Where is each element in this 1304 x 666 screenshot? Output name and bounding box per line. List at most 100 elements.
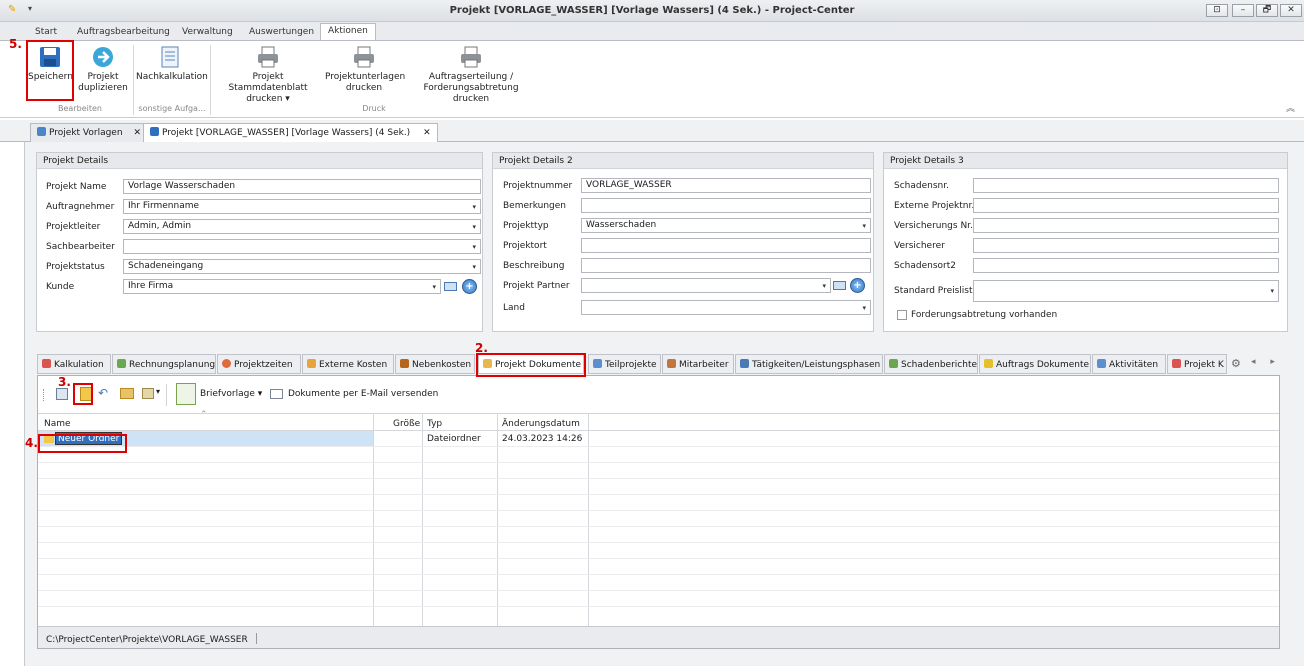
- panel-projekt-details-3: Projekt Details 3 Schadensnr. Externe Pr…: [883, 152, 1288, 332]
- letter-template-icon[interactable]: [176, 383, 196, 405]
- projektleiter-select[interactable]: Admin, Admin ▾: [123, 219, 481, 234]
- column-header-size[interactable]: Größe: [393, 419, 420, 429]
- sachbearbeiter-select[interactable]: ▾: [123, 239, 481, 254]
- document-options-icon[interactable]: [142, 388, 154, 399]
- tab-rechnungsplanung[interactable]: Rechnungsplanung: [112, 354, 216, 374]
- bemerkungen-input[interactable]: [581, 198, 871, 213]
- projektunterlagen-print-button[interactable]: Projektunterlagen drucken: [325, 45, 406, 94]
- projektnummer-input[interactable]: VORLAGE_WASSER: [581, 178, 871, 193]
- close-icon[interactable]: ✕: [133, 128, 141, 138]
- tab-aktivitaeten[interactable]: Aktivitäten: [1092, 354, 1166, 374]
- close-button[interactable]: ✕: [1280, 4, 1302, 17]
- close-icon[interactable]: ✕: [423, 128, 431, 138]
- field-label: Projektnummer: [503, 181, 573, 191]
- forderungsabtretung-checkbox[interactable]: [897, 310, 907, 320]
- tab-mitarbeiter[interactable]: Mitarbeiter: [662, 354, 734, 374]
- tab-projektzeiten[interactable]: Projektzeiten: [217, 354, 301, 374]
- duplicate-icon: [93, 47, 113, 67]
- card-icon[interactable]: [833, 281, 846, 290]
- duplicate-label-2: duplizieren: [78, 83, 128, 93]
- row-line: [38, 510, 1279, 511]
- auftragnehmer-select[interactable]: Ihr Firmenname ▾: [123, 199, 481, 214]
- column-header-type[interactable]: Typ: [427, 419, 442, 429]
- gear-icon[interactable]: ⚙: [1231, 357, 1241, 370]
- tab-externe-kosten[interactable]: Externe Kosten: [302, 354, 394, 374]
- projekt-partner-select[interactable]: ▾: [581, 278, 831, 293]
- nachkalkulation-button[interactable]: Nachkalkulation: [136, 45, 208, 83]
- stammdatenblatt-print-button[interactable]: Projekt Stammdatenblatt drucken ▾: [214, 45, 322, 105]
- column-header-name[interactable]: Name: [44, 419, 71, 429]
- table-row[interactable]: Neuer Ordner Dateiordner 24.03.2023 14:2…: [38, 431, 1279, 446]
- projekt-name-input[interactable]: Vorlage Wasserschaden: [123, 179, 481, 194]
- field-label: Sachbearbeiter: [46, 242, 115, 252]
- land-select[interactable]: ▾: [581, 300, 871, 315]
- projektort-input[interactable]: [581, 238, 871, 253]
- schadensort2-input[interactable]: [973, 258, 1279, 273]
- list-icon: [593, 359, 602, 368]
- tab-taetigkeiten[interactable]: Tätigkeiten/Leistungsphasen: [735, 354, 883, 374]
- printer-icon: [258, 46, 278, 68]
- chevron-down-icon: ▾: [1270, 287, 1274, 295]
- briefvorlage-button[interactable]: Briefvorlage ▾: [200, 389, 262, 399]
- ribbon-tab-start[interactable]: Start: [28, 25, 64, 40]
- panel-title: Projekt Details 3: [884, 153, 1287, 169]
- undo-icon[interactable]: ↶: [98, 386, 108, 400]
- tab-nebenkosten[interactable]: Nebenkosten: [395, 354, 475, 374]
- restore-icon[interactable]: ⊡: [1206, 4, 1228, 17]
- wallet-icon: [400, 359, 409, 368]
- standard-preisliste-select[interactable]: ▾: [973, 280, 1279, 302]
- maximize-button[interactable]: 🗗: [1256, 4, 1278, 17]
- beschreibung-input[interactable]: [581, 258, 871, 273]
- main-content: Projekt Details Projekt Name Auftragnehm…: [24, 142, 1304, 666]
- add-kunde-button[interactable]: +: [462, 279, 477, 294]
- doc-tab-projekt-vorlagen[interactable]: Projekt Vorlagen ✕: [30, 123, 148, 142]
- schadensnr-input[interactable]: [973, 178, 1279, 193]
- ribbon-tab-aktionen[interactable]: Aktionen: [320, 23, 376, 41]
- title-bar: ✎ ▾ Projekt [VORLAGE_WASSER] [Vorlage Wa…: [0, 0, 1304, 22]
- chevron-down-icon: ▾: [472, 223, 476, 231]
- chevron-down-icon[interactable]: ▾: [156, 387, 160, 396]
- field-label: Versicherungs Nr.: [894, 221, 973, 231]
- folder-icon: [37, 127, 46, 136]
- add-partner-button[interactable]: +: [850, 278, 865, 293]
- annotation-label: 4.: [25, 436, 38, 450]
- sort-indicator-icon: ⌃: [200, 410, 208, 420]
- window-title: Projekt [VORLAGE_WASSER] [Vorlage Wasser…: [449, 5, 855, 16]
- duplicate-project-button[interactable]: Projekt duplizieren: [78, 45, 128, 94]
- field-value: Ihr Firmenname: [128, 201, 200, 211]
- ribbon-tab-auftragsbearbeitung[interactable]: Auftragsbearbeitung: [70, 25, 177, 40]
- versicherer-input[interactable]: [973, 238, 1279, 253]
- highlight-save: [26, 40, 74, 101]
- ribbon-tab-verwaltung[interactable]: Verwaltung: [175, 25, 240, 40]
- column-header-date[interactable]: Änderungsdatum: [502, 419, 580, 429]
- minimize-button[interactable]: –: [1232, 4, 1254, 17]
- toolbar-separator: [166, 384, 167, 406]
- auftragserteilung-print-button[interactable]: Auftragserteilung / Forderungsabtretung d…: [408, 45, 534, 105]
- highlight-new-folder-row: [38, 434, 127, 453]
- ribbon-tab-auswertungen[interactable]: Auswertungen: [242, 25, 321, 40]
- kunde-select[interactable]: Ihre Firma ▾: [123, 279, 441, 294]
- field-label: Projektort: [503, 241, 547, 251]
- group-label-druck: Druck: [362, 104, 386, 113]
- externe-projektnr-input[interactable]: [973, 198, 1279, 213]
- tab-label: Auftrags Dokumente: [996, 360, 1090, 370]
- collapse-ribbon-icon[interactable]: ︽: [1286, 101, 1295, 114]
- clock-icon: [222, 359, 231, 368]
- documents-panel: ↶ ▾ Briefvorlage ▾ Dokumente per E-Mail …: [37, 375, 1280, 649]
- open-folder-icon[interactable]: [120, 388, 134, 399]
- new-document-icon[interactable]: [56, 388, 68, 400]
- projekttyp-select[interactable]: Wasserschaden ▾: [581, 218, 871, 233]
- doc-tab-projekt[interactable]: Projekt [VORLAGE_WASSER] [Vorlage Wasser…: [143, 123, 438, 143]
- auftrag-label-2: Forderungsabtretung drucken: [423, 83, 519, 104]
- unterlagen-label-1: Projektunterlagen: [325, 72, 406, 82]
- tab-kalkulation[interactable]: Kalkulation: [37, 354, 111, 374]
- tab-scroll-arrows[interactable]: ◂ ▸: [1251, 357, 1281, 367]
- tab-auftrags-dokumente[interactable]: Auftrags Dokumente: [979, 354, 1091, 374]
- versicherungs-nr-input[interactable]: [973, 218, 1279, 233]
- card-icon[interactable]: [444, 282, 457, 291]
- tab-schadenberichte[interactable]: Schadenberichte: [884, 354, 978, 374]
- email-documents-button[interactable]: Dokumente per E-Mail versenden: [288, 389, 438, 399]
- tab-teilprojekte[interactable]: Teilprojekte: [588, 354, 661, 374]
- tab-projekt-k[interactable]: Projekt K: [1167, 354, 1227, 374]
- projektstatus-select[interactable]: Schadeneingang ▾: [123, 259, 481, 274]
